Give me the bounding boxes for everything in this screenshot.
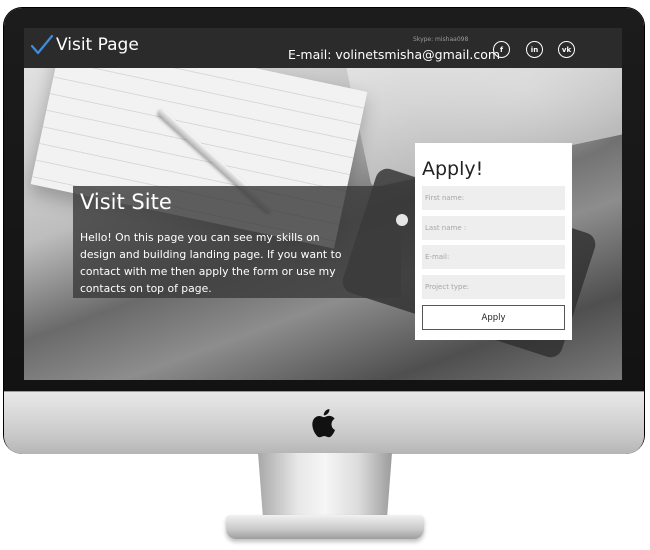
monitor-stand-base	[226, 515, 424, 539]
apply-form: Apply! Apply	[415, 143, 572, 340]
project-type-input[interactable]	[422, 275, 565, 299]
email-text[interactable]: E-mail: volinetsmisha@gmail.com	[288, 47, 500, 62]
last-name-input[interactable]	[422, 216, 565, 240]
header-bar: Visit Page Skype: mishaa098 E-mail: voli…	[24, 28, 622, 68]
facebook-icon[interactable]: f	[493, 41, 510, 58]
logo-text: Visit Page	[56, 35, 139, 55]
email-input[interactable]	[422, 245, 565, 269]
apple-logo-icon	[312, 409, 335, 438]
first-name-input[interactable]	[422, 186, 565, 210]
intro-text: Hello! On this page you can see my skill…	[80, 231, 342, 295]
form-title: Apply!	[422, 158, 484, 180]
vk-icon[interactable]: vk	[558, 41, 575, 58]
skype-text: Skype: mishaa098	[413, 36, 469, 43]
apply-button[interactable]: Apply	[422, 305, 565, 330]
intro-box: Visit Site Hello! On this page you can s…	[73, 186, 401, 298]
screen: Visit Page Skype: mishaa098 E-mail: voli…	[24, 28, 622, 380]
slider-dot[interactable]	[396, 214, 408, 226]
monitor-stand	[258, 453, 392, 523]
logo[interactable]: Visit Page	[30, 34, 139, 56]
intro-title: Visit Site	[80, 190, 172, 214]
linkedin-icon[interactable]: in	[526, 41, 543, 58]
checkmark-icon	[30, 34, 54, 55]
